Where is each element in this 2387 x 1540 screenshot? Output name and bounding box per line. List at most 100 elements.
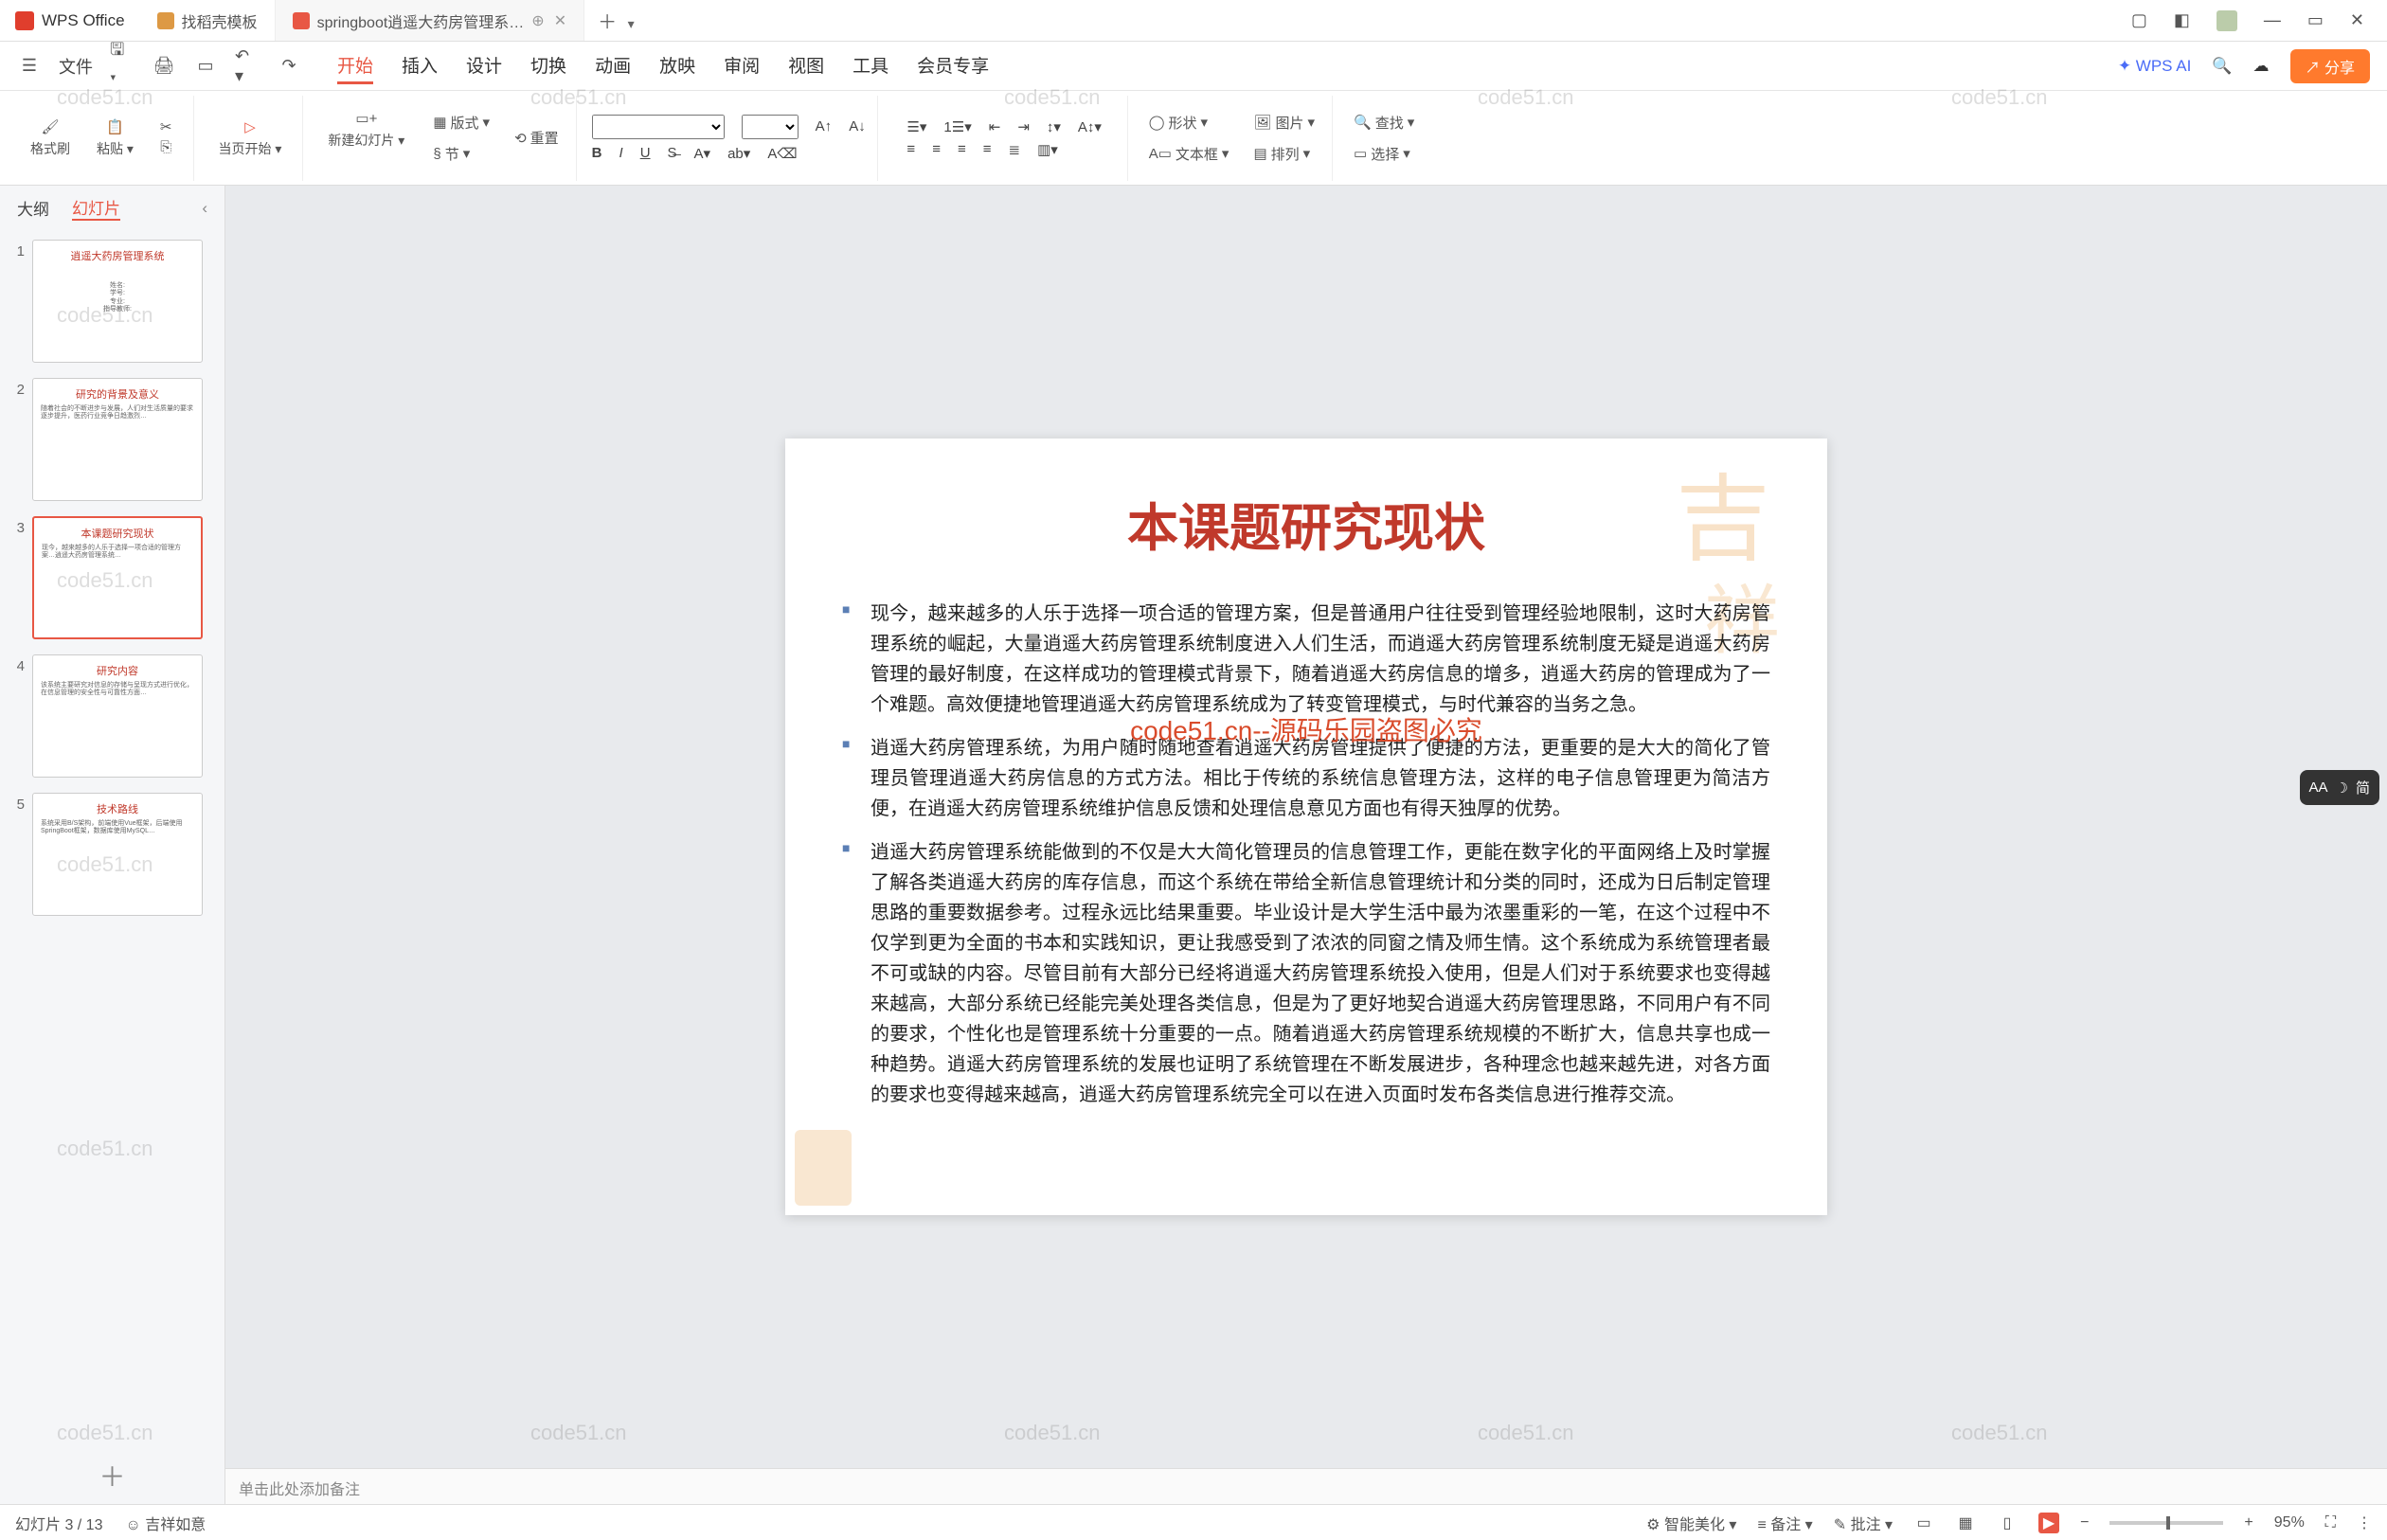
bullet-item[interactable]: 逍遥大药房管理系统能做到的不仅是大大简化管理员的信息管理工作，更能在数字化的平面…	[842, 837, 1770, 1110]
reading-mode-pill[interactable]: AA ☽ 简	[2300, 770, 2379, 805]
print-icon[interactable]: 🖨	[152, 54, 176, 79]
text-direction-icon[interactable]: A↕▾	[1078, 118, 1102, 135]
collapse-panel-icon[interactable]: ‹	[202, 199, 207, 218]
dropdown-icon[interactable]: ▾	[628, 16, 635, 31]
add-slide-button[interactable]: ＋	[0, 1447, 224, 1504]
slide-thumbnail[interactable]: 2 研究的背景及意义随着社会的不断进步与发展，人们对生活质量的要求逐步提升，医药…	[8, 378, 217, 501]
theme-name[interactable]: ☺ 吉祥如意	[125, 1512, 206, 1534]
italic-icon[interactable]: I	[619, 145, 623, 161]
slide-thumbnail[interactable]: 3 本课题研究现状现今，越来越多的人乐于选择一项合适的管理方案…逍遥大药房管理系…	[8, 516, 217, 639]
save-icon[interactable]: 🖫 ▾	[110, 54, 135, 79]
ribbon-tab-animation[interactable]: 动画	[595, 48, 631, 84]
zoom-value[interactable]: 95%	[2274, 1514, 2305, 1531]
highlight-icon[interactable]: ab▾	[727, 145, 750, 162]
decrease-font-icon[interactable]: A↓	[849, 118, 866, 134]
underline-icon[interactable]: U	[640, 145, 651, 161]
ribbon-tab-slideshow[interactable]: 放映	[659, 48, 695, 84]
align-left-icon[interactable]: ≡	[906, 141, 915, 157]
file-menu[interactable]: 文件	[59, 54, 93, 79]
ribbon-tab-view[interactable]: 视图	[788, 48, 824, 84]
reading-view-icon[interactable]: ▯	[1997, 1513, 2018, 1533]
tab-template-store[interactable]: 找稻壳模板	[140, 0, 276, 41]
increase-font-icon[interactable]: A↑	[816, 118, 833, 134]
slide-content[interactable]: 现今，越来越多的人乐于选择一项合适的管理方案，但是普通用户往往受到管理经验地限制…	[842, 599, 1770, 1110]
wps-ai-button[interactable]: ✦ WPS AI	[2118, 57, 2192, 76]
share-button[interactable]: ↗ 分享	[2290, 49, 2370, 83]
comments-toggle[interactable]: ✎ 批注 ▾	[1834, 1512, 1893, 1534]
outline-tab[interactable]: 大纲	[17, 196, 49, 220]
format-painter-button[interactable]: 🖌 格式刷	[21, 118, 80, 158]
indent-icon[interactable]: ⇥	[1017, 118, 1030, 135]
ribbon-tab-insert[interactable]: 插入	[402, 48, 438, 84]
zoom-in-icon[interactable]: +	[2244, 1514, 2252, 1531]
font-family-select[interactable]	[592, 115, 725, 139]
search-icon[interactable]: 🔍	[2212, 57, 2232, 76]
line-spacing-icon[interactable]: ↕▾	[1047, 118, 1061, 135]
preview-icon[interactable]: ▭	[193, 54, 218, 79]
pin-icon[interactable]: ⊕	[531, 11, 544, 30]
thumbnails-list[interactable]: 1 逍遥大药房管理系统姓名: 学号: 专业: 指导教师: 2 研究的背景及意义随…	[0, 230, 224, 1447]
ribbon-tab-design[interactable]: 设计	[466, 48, 502, 84]
close-tab-icon[interactable]: ✕	[554, 11, 566, 30]
find-button[interactable]: 🔍 查找 ▾	[1348, 110, 1420, 135]
section-button[interactable]: § 节 ▾	[427, 141, 495, 167]
ribbon-tab-tools[interactable]: 工具	[852, 48, 888, 84]
redo-icon[interactable]: ↷	[277, 54, 301, 79]
slide-title[interactable]: 本课题研究现状	[842, 486, 1770, 561]
slide-thumbnail[interactable]: 1 逍遥大药房管理系统姓名: 学号: 专业: 指导教师:	[8, 240, 217, 363]
slide-thumbnail[interactable]: 4 研究内容该系统主要研究对信息的存储与呈现方式进行优化，在信息管理的安全性与可…	[8, 654, 217, 778]
align-center-icon[interactable]: ≡	[932, 141, 941, 157]
zoom-out-icon[interactable]: −	[2080, 1514, 2089, 1531]
app-box-icon[interactable]: ▢	[2131, 10, 2147, 30]
slide-canvas[interactable]: 吉祥 本课题研究现状 现今，越来越多的人乐于选择一项合适的管理方案，但是普通用户…	[225, 186, 2387, 1468]
columns-icon[interactable]: ▥▾	[1037, 141, 1058, 158]
cube-icon[interactable]: ◧	[2174, 10, 2190, 30]
notes-toggle[interactable]: ≡ 备注 ▾	[1757, 1512, 1812, 1534]
cloud-icon[interactable]: ☁	[2253, 57, 2270, 76]
bullet-item[interactable]: 现今，越来越多的人乐于选择一项合适的管理方案，但是普通用户往往受到管理经验地限制…	[842, 599, 1770, 720]
avatar-icon[interactable]	[2216, 10, 2237, 31]
new-slide-button[interactable]: ▭+ 新建幻灯片 ▾	[318, 110, 414, 167]
zoom-slider[interactable]	[2109, 1521, 2223, 1525]
shape-button[interactable]: ◯ 形状 ▾	[1143, 110, 1235, 135]
numbering-icon[interactable]: 1☰▾	[943, 118, 971, 135]
layout-button[interactable]: ▦ 版式 ▾	[427, 110, 495, 135]
arrange-button[interactable]: ▤ 排列 ▾	[1247, 141, 1320, 167]
ribbon-tab-start[interactable]: 开始	[337, 48, 373, 84]
undo-icon[interactable]: ↶ ▾	[235, 54, 260, 79]
ribbon-tab-review[interactable]: 审阅	[724, 48, 760, 84]
font-size-select[interactable]	[742, 115, 799, 139]
paste-button[interactable]: 📋 粘贴 ▾	[87, 118, 143, 158]
maximize-icon[interactable]: ▭	[2307, 10, 2324, 30]
cut-button[interactable]: ✂ ⎘	[151, 118, 182, 158]
picture-button[interactable]: 🖼 图片 ▾	[1247, 110, 1320, 135]
current-slide[interactable]: 吉祥 本课题研究现状 现今，越来越多的人乐于选择一项合适的管理方案，但是普通用户…	[785, 439, 1827, 1215]
bullet-item[interactable]: 逍遥大药房管理系统，为用户随时随地查看逍遥大药房管理提供了便捷的方法，更重要的是…	[842, 733, 1770, 824]
slides-tab[interactable]: 幻灯片	[72, 195, 120, 221]
minimize-icon[interactable]: —	[2264, 10, 2281, 30]
notes-bar[interactable]: 单击此处添加备注	[225, 1468, 2387, 1504]
align-distribute-icon[interactable]: ≣	[1008, 141, 1020, 158]
reset-button[interactable]: ⟲ 重置	[509, 110, 565, 167]
clear-format-icon[interactable]: A⌫	[767, 145, 797, 162]
slide-thumbnail[interactable]: 5 技术路线系统采用B/S架构，前端使用Vue框架，后端使用SpringBoot…	[8, 793, 217, 916]
close-window-icon[interactable]: ✕	[2350, 10, 2364, 30]
new-tab-button[interactable]: ＋ ▾	[584, 7, 648, 34]
smart-beautify-button[interactable]: ⚙ 智能美化 ▾	[1646, 1512, 1736, 1534]
from-current-button[interactable]: ▷ 当页开始 ▾	[209, 118, 292, 158]
select-button[interactable]: ▭ 选择 ▾	[1348, 141, 1420, 167]
bold-icon[interactable]: B	[592, 145, 602, 161]
bullets-icon[interactable]: ☰▾	[906, 118, 926, 135]
normal-view-icon[interactable]: ▭	[1913, 1513, 1934, 1533]
align-justify-icon[interactable]: ≡	[983, 141, 992, 157]
fit-window-icon[interactable]: ⛶	[2325, 1514, 2336, 1531]
ribbon-tab-member[interactable]: 会员专享	[917, 48, 989, 84]
strike-icon[interactable]: S̶	[668, 145, 677, 161]
outdent-icon[interactable]: ⇤	[989, 118, 1001, 135]
expand-panel-icon[interactable]: ⋮	[2357, 1513, 2372, 1532]
textbox-button[interactable]: A▭ 文本框 ▾	[1143, 141, 1235, 167]
tab-document[interactable]: springboot逍遥大药房管理系… ⊕ ✕	[276, 0, 585, 41]
slideshow-view-icon[interactable]: ▶	[2038, 1513, 2059, 1533]
align-right-icon[interactable]: ≡	[958, 141, 966, 157]
sorter-view-icon[interactable]: ▦	[1955, 1513, 1976, 1533]
